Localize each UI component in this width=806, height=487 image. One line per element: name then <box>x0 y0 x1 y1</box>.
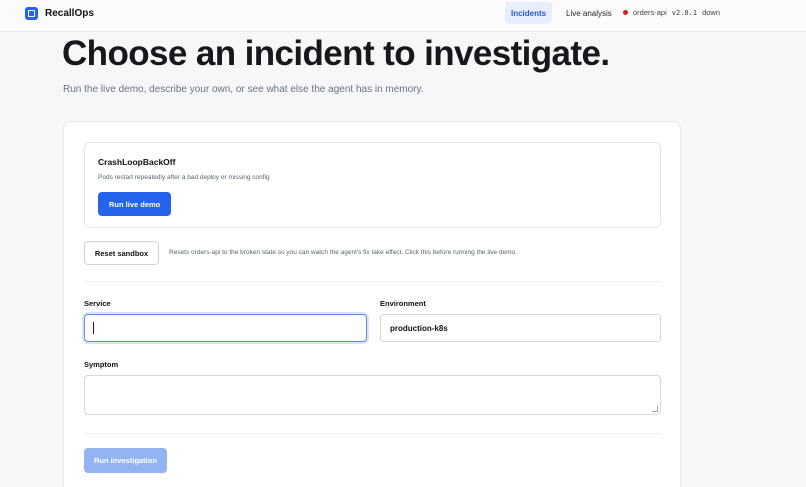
environment-label: Environment <box>380 299 426 308</box>
run-live-demo-button[interactable]: Run live demo <box>98 192 172 216</box>
nav-incidents[interactable]: Incidents <box>505 2 553 24</box>
symptom-label: Symptom <box>84 360 119 369</box>
status-state: down <box>702 8 720 17</box>
recallops-logo-icon <box>25 6 38 20</box>
scenario-description: Pods restart repeatedly after a bad depl… <box>98 174 270 181</box>
incident-card: CrashLoopBackOff Pods restart repeatedly… <box>63 121 681 487</box>
resize-grip-icon[interactable] <box>652 406 658 412</box>
brand-name: RecallOps <box>45 7 94 19</box>
status-version: v2.8.1 <box>671 8 698 17</box>
top-bar: RecallOps Incidents Live analysis orders… <box>0 0 806 32</box>
page-title: Choose an incident to investigate. <box>62 34 610 73</box>
status-service: orders-api <box>633 8 667 17</box>
scenario-name: CrashLoopBackOff <box>98 157 176 167</box>
nav-live-analysis[interactable]: Live analysis <box>560 2 618 24</box>
service-status: orders-api v2.8.1 down <box>623 8 720 17</box>
run-investigation-button[interactable]: Run investigation <box>84 448 167 473</box>
divider <box>84 433 661 434</box>
divider <box>84 281 661 282</box>
symptom-textarea[interactable] <box>84 375 661 415</box>
brand[interactable]: RecallOps <box>25 6 94 20</box>
reset-sandbox-button[interactable]: Reset sandbox <box>84 241 159 265</box>
environment-input[interactable] <box>380 314 661 342</box>
service-input[interactable] <box>84 314 367 342</box>
reset-sandbox-note: Resets orders-api to the broken state so… <box>169 249 517 256</box>
status-dot-icon <box>623 10 628 15</box>
scenario-card: CrashLoopBackOff Pods restart repeatedly… <box>84 142 661 228</box>
service-label: Service <box>84 299 111 308</box>
page-subtitle: Run the live demo, describe your own, or… <box>63 84 424 95</box>
text-caret <box>93 322 94 334</box>
